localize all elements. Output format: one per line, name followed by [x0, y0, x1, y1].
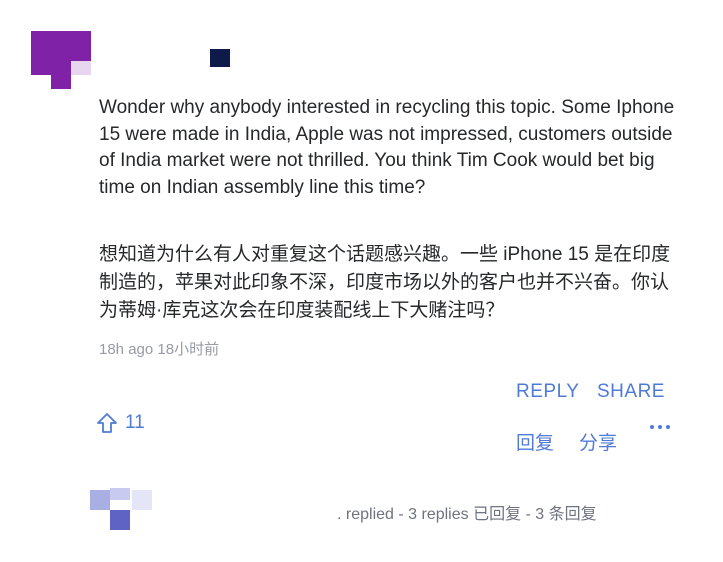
- upvote-count: 11: [125, 412, 145, 433]
- share-button[interactable]: SHARE: [597, 381, 665, 403]
- replier-avatars[interactable]: [90, 488, 160, 533]
- share-button-zh[interactable]: 分享: [579, 428, 617, 455]
- avatar-block: [51, 61, 71, 89]
- reply-button-zh[interactable]: 回复: [516, 428, 554, 455]
- dot: [666, 425, 670, 429]
- comment-text-english: Wonder why anybody interested in recycli…: [99, 97, 675, 198]
- avatar-block: [31, 61, 51, 75]
- upvote-button[interactable]: 11: [95, 410, 145, 436]
- reply-button[interactable]: REPLY: [516, 381, 579, 403]
- avatar-block: [31, 31, 91, 61]
- thumbs-up-icon: [97, 413, 117, 433]
- avatar-block: [71, 61, 91, 75]
- more-dots-icon[interactable]: [649, 417, 673, 437]
- commenter-avatar[interactable]: [31, 31, 91, 91]
- replier-names-redacted: [160, 500, 335, 520]
- avatar-block: [110, 510, 130, 530]
- comment-timestamp: 18h ago 18小时前: [99, 341, 220, 358]
- avatar-block: [110, 488, 130, 500]
- dot: [658, 425, 662, 429]
- avatar-block: [90, 490, 110, 510]
- avatar-block: [132, 490, 152, 510]
- comment-text-chinese: 想知道为什么有人对重复这个话题感兴趣。一些 iPhone 15 是在印度制造的，…: [99, 244, 671, 321]
- dot: [650, 425, 654, 429]
- commenter-name-redacted: [210, 49, 230, 67]
- replies-summary[interactable]: . replied - 3 replies 已回复 - 3 条回复: [337, 500, 597, 524]
